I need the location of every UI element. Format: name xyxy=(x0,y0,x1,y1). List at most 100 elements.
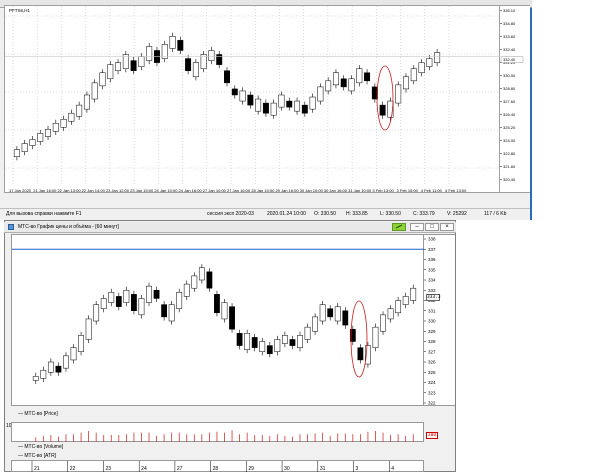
price-legend-text: МТС-во [Price] xyxy=(24,411,58,417)
top-y-tick-label: 336.10 xyxy=(503,8,516,13)
top-x-tick-label: 4 Feb 11:00 xyxy=(421,188,443,193)
candle-body xyxy=(130,60,137,71)
candle-body xyxy=(185,58,192,71)
link-icon[interactable] xyxy=(392,223,406,231)
close-button[interactable]: × xyxy=(440,223,454,231)
status-close: C: 333.79 xyxy=(413,211,435,217)
candle-body xyxy=(214,294,220,314)
volume-legend-text: МТС-во [Volume] xyxy=(24,444,64,450)
candle-body xyxy=(244,333,251,350)
status-help: Для вызова справки нажмите F1 xyxy=(6,211,82,217)
top-y-tick-label: 334.80 xyxy=(503,21,516,26)
candle-body xyxy=(169,36,176,49)
candle-body xyxy=(294,100,301,112)
candle-body xyxy=(60,119,67,128)
candle-body xyxy=(13,149,20,157)
top-x-tick-label: 29 Jan 16:00 xyxy=(275,188,299,193)
top-y-tick-label: 333.60 xyxy=(503,34,516,39)
day-label: 30 xyxy=(284,466,290,472)
candle-body xyxy=(85,318,92,340)
candle-body xyxy=(410,287,417,301)
candle-body xyxy=(76,104,83,117)
top-x-tick-label: 23 Jan 12:00 xyxy=(106,188,130,193)
candle-body xyxy=(99,72,106,87)
day-label: 4 xyxy=(391,466,394,472)
minimize-button[interactable]: – xyxy=(410,223,424,231)
top-x-tick-label: 28 Jan 10:00 xyxy=(251,188,275,193)
candle-body xyxy=(32,376,39,381)
status-traffic: 117 / 6 Kb xyxy=(484,211,507,217)
candle-body xyxy=(198,267,205,281)
bottom-y-tick-label: 337 xyxy=(428,247,436,252)
day-label: 29 xyxy=(248,466,254,472)
candle-body xyxy=(387,308,394,320)
candle-body xyxy=(270,102,277,116)
volume-box: 300 xyxy=(426,432,438,439)
top-y-tick-label: 321.60 xyxy=(503,164,516,169)
candle-body xyxy=(251,337,258,348)
top-x-tick-label: 21 Jan 16:00 xyxy=(33,188,57,193)
candle-body xyxy=(29,139,36,146)
top-x-tick-label: 22 Jan 10:00 xyxy=(57,188,81,193)
bottom-atr-pane[interactable]: 21 22 23 24 27 28 29 30 31 3 4 xyxy=(11,460,424,472)
day-label: 23 xyxy=(105,466,111,472)
candle-body xyxy=(340,78,347,88)
maximize-button[interactable]: □ xyxy=(425,223,439,231)
top-x-tick-label: 30 Jan 10:00 xyxy=(300,188,324,193)
bottom-window-titlebar[interactable]: МТС-во График цены и объёма - [60 минут]… xyxy=(4,222,456,233)
candle-body xyxy=(229,306,235,330)
candle-body xyxy=(239,90,246,102)
candle-body xyxy=(83,94,90,110)
price-legend: — МТС-во [Price] xyxy=(18,411,58,417)
top-x-tick-label: 3 Feb 15:00 xyxy=(397,188,419,193)
candle-body xyxy=(334,306,341,322)
top-chart-area[interactable]: 17 Jan 2020 21 Jan 16:00 22 Jan 10:00 22 Ja… xyxy=(4,5,501,194)
candle-body xyxy=(410,68,417,82)
top-x-tick-label: 4 Feb 13:00 xyxy=(445,188,467,193)
candle-body xyxy=(177,40,184,51)
top-price-chart[interactable]: 17 Jan 2020 21 Jan 16:00 22 Jan 10:00 22 Ja… xyxy=(5,6,501,194)
status-volume: V: 25292 xyxy=(447,211,467,217)
candle-body xyxy=(21,143,28,152)
bottom-price-pane[interactable] xyxy=(11,234,425,407)
bottom-price-chart[interactable] xyxy=(12,235,425,407)
candle-body xyxy=(138,56,145,67)
bottom-window-title: МТС-во График цены и объёма - [60 минут] xyxy=(18,224,119,230)
top-x-tick-label: 23 Jan 15:00 xyxy=(130,188,154,193)
candle-body xyxy=(183,283,190,297)
candle-body xyxy=(206,271,213,289)
volume-bars xyxy=(35,430,414,442)
candle-body xyxy=(403,76,409,90)
candle-body xyxy=(146,46,153,61)
candle-body xyxy=(286,100,293,108)
status-low: L: 330.50 xyxy=(380,211,401,217)
candle-body xyxy=(356,68,363,84)
window-app-icon xyxy=(8,224,14,230)
bottom-y-tick-label: 333 xyxy=(428,288,436,293)
bottom-y-tick-label: 335 xyxy=(428,267,436,272)
candle-body xyxy=(434,52,441,63)
day-label: 28 xyxy=(213,466,219,472)
bottom-y-tick-label: 331 xyxy=(428,308,436,313)
volume-legend: — МТС-во [Volume] xyxy=(18,444,64,450)
top-y-tick-label: 332.40 xyxy=(503,47,516,52)
candle-body xyxy=(418,62,425,73)
bottom-y-tick-label: 327 xyxy=(428,349,436,354)
candle-body xyxy=(47,361,54,373)
top-y-tick-label: 327.60 xyxy=(503,99,516,104)
candle-body xyxy=(70,347,77,361)
candle-body xyxy=(153,290,160,299)
top-current-price-label: 332.40 xyxy=(503,57,516,62)
atr-legend-text: МТС-во [ATR] xyxy=(24,453,57,459)
bottom-y-tick-label: 328 xyxy=(428,339,436,344)
day-label: 24 xyxy=(141,466,147,472)
status-datetime: 2020.01.24 10:00 xyxy=(267,211,306,217)
candle-body xyxy=(63,355,69,369)
bottom-volume-pane[interactable] xyxy=(11,422,424,442)
candle-body xyxy=(55,365,62,373)
candle-body xyxy=(176,292,183,309)
candle-body xyxy=(216,54,223,65)
candle-body xyxy=(236,333,243,346)
top-x-tick-label: 24 Jan 10:00 xyxy=(154,188,178,193)
day-scale: 21 22 23 24 27 28 29 30 31 3 4 xyxy=(31,461,394,472)
